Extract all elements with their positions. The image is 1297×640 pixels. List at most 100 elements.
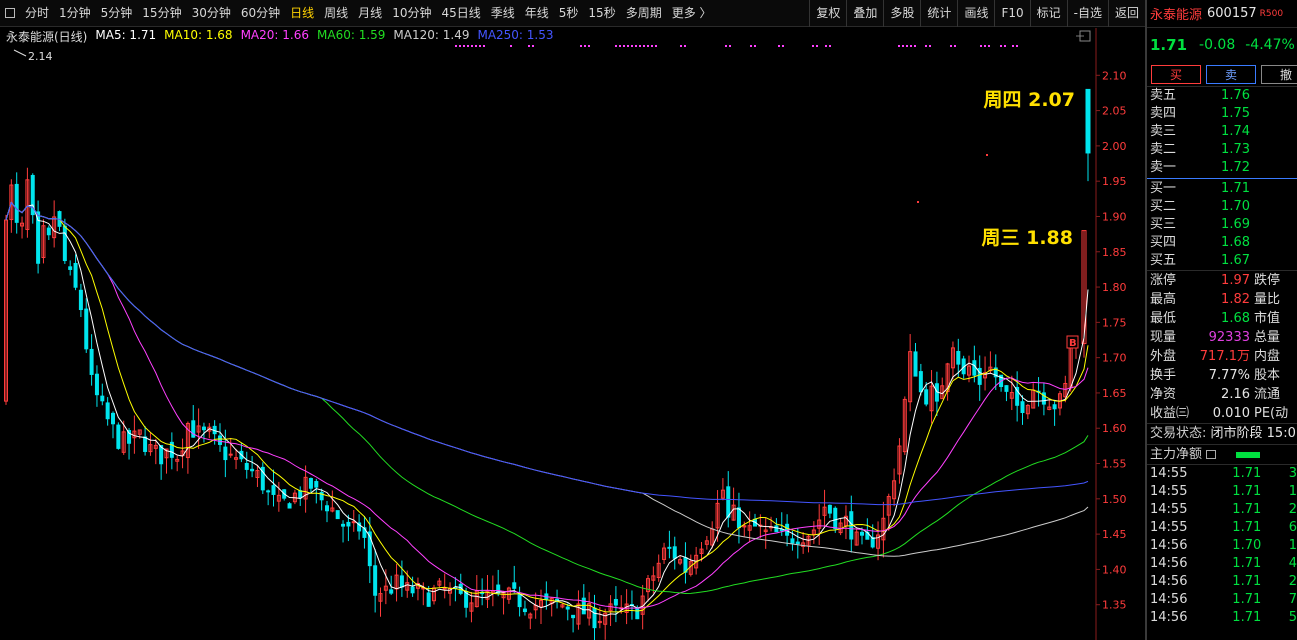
- stat-row: 外盘 717.1万 内盘: [1147, 347, 1297, 366]
- ma250-line: [5, 201, 1089, 506]
- trade-status: 交易状态: 闭市阶段 15:0: [1147, 423, 1297, 444]
- candle-body: [571, 614, 576, 619]
- trade-status-value: 闭市阶段 15:0: [1210, 426, 1296, 441]
- candle-body: [1004, 385, 1009, 392]
- y-tick-label: 1.65: [1102, 387, 1127, 400]
- tick-volume: 2: [1288, 574, 1297, 589]
- signal-dot: [647, 45, 649, 47]
- tick-list[interactable]: 14:55 1.71 3 14:55 1.71 1 14:55 1.71 2 14:55 1.71 6…: [1147, 465, 1297, 627]
- stock-header: 永泰能源 600157 R500: [1147, 0, 1297, 28]
- period-tab[interactable]: 分时: [20, 0, 54, 27]
- signal-dot: [986, 154, 988, 156]
- candle-body: [827, 504, 832, 514]
- candle-body: [442, 587, 447, 590]
- legend-ma-item: MA250: 1.53: [477, 28, 554, 42]
- ask-row: 卖五 1.76: [1147, 87, 1297, 105]
- tool-button[interactable]: 标记: [1029, 0, 1067, 27]
- annotation-wednesday: 周三 1.88: [982, 227, 1074, 249]
- period-tab[interactable]: 15秒: [583, 0, 620, 27]
- candle-body: [774, 525, 779, 533]
- candle-body: [298, 490, 303, 499]
- legend-ma-item: MA5: 1.71: [95, 28, 157, 42]
- ask-book: 卖五 1.76 卖四 1.75 卖三 1.74 卖二 1.73 卖一 1.72: [1147, 87, 1297, 177]
- stat-value: 92333: [1208, 330, 1250, 345]
- tick-row: 14:56 1.71 7: [1147, 591, 1297, 609]
- signal-dot: [627, 45, 629, 47]
- period-tab[interactable]: 周线: [319, 0, 353, 27]
- main-flow-row[interactable]: 主力净额: [1147, 444, 1297, 465]
- period-tab[interactable]: 季线: [486, 0, 520, 27]
- tool-button[interactable]: F10: [994, 0, 1029, 27]
- signal-dot: [615, 45, 617, 47]
- y-tick-label: 1.80: [1102, 281, 1127, 294]
- signal-dot: [471, 45, 473, 47]
- tool-button[interactable]: 多股: [883, 0, 920, 27]
- tick-volume: 6: [1288, 520, 1297, 535]
- stat-value: 1.97: [1221, 273, 1250, 288]
- list-icon[interactable]: [1206, 450, 1217, 459]
- tool-button[interactable]: 复权: [809, 0, 846, 27]
- period-tab[interactable]: 15分钟: [137, 0, 186, 27]
- period-tab[interactable]: 1分钟: [54, 0, 96, 27]
- signal-dot: [902, 45, 904, 47]
- main-flow-label: 主力净额: [1150, 447, 1203, 462]
- stat-row: 换手 7.77% 股本: [1147, 366, 1297, 385]
- signal-dot: [929, 45, 931, 47]
- period-tab[interactable]: 5秒: [554, 0, 584, 27]
- period-tab[interactable]: 30分钟: [187, 0, 236, 27]
- candle-body: [68, 266, 73, 270]
- signal-dot: [655, 45, 657, 47]
- sell-button[interactable]: 卖: [1206, 64, 1256, 84]
- buy-button[interactable]: 买: [1151, 64, 1201, 84]
- period-tab[interactable]: 年线: [520, 0, 554, 27]
- period-tab[interactable]: 月线: [353, 0, 387, 27]
- candle-body: [218, 435, 222, 445]
- tick-time: 14:55: [1150, 484, 1188, 499]
- bid-row: 买三 1.69: [1147, 216, 1297, 234]
- tick-time: 14:56: [1150, 556, 1188, 571]
- tool-button[interactable]: 画线: [957, 0, 994, 27]
- tick-price: 1.71: [1232, 610, 1262, 625]
- candle-body: [143, 436, 148, 452]
- candle-body: [14, 183, 19, 223]
- ask-price: 1.75: [1221, 106, 1250, 121]
- kline-chart[interactable]: 2.10 2.05 2.00 1.95 1.90 1.85 1.80 1.75 1.70 1.65…: [0, 28, 1145, 640]
- period-tab[interactable]: 10分钟: [387, 0, 436, 27]
- candle-body: [346, 521, 351, 527]
- tick-volume: 7: [1288, 592, 1297, 607]
- legend-stock-name: 永泰能源(日线): [6, 30, 88, 44]
- signal-dot: [950, 45, 952, 47]
- candle-body: [426, 592, 431, 607]
- period-tab[interactable]: 60分钟: [236, 0, 285, 27]
- signal-dot: [1012, 45, 1014, 47]
- stat-label: 收益㈢: [1150, 406, 1190, 421]
- ask-price: 1.73: [1221, 142, 1250, 157]
- signal-dot: [651, 45, 653, 47]
- tool-button[interactable]: 返回: [1107, 0, 1145, 27]
- tick-price: 1.71: [1232, 466, 1262, 481]
- period-tab[interactable]: 更多 〉: [667, 0, 717, 27]
- tick-time: 14:56: [1150, 538, 1188, 553]
- candle-body: [389, 589, 394, 594]
- signal-dot: [475, 45, 477, 47]
- candle-body: [410, 586, 415, 594]
- tool-button[interactable]: 统计: [920, 0, 957, 27]
- tick-time: 14:56: [1150, 574, 1188, 589]
- y-tick-label: 1.60: [1102, 422, 1127, 435]
- period-tab[interactable]: 45日线: [436, 0, 485, 27]
- cancel-order-button[interactable]: 撤: [1261, 64, 1297, 84]
- tick-row: 14:55 1.71 1: [1147, 483, 1297, 501]
- tool-button[interactable]: -自选: [1066, 0, 1108, 27]
- period-tab[interactable]: 多周期: [621, 0, 667, 27]
- period-tab[interactable]: 日线: [285, 0, 319, 27]
- tick-row: 14:56 1.71 2: [1147, 573, 1297, 591]
- tool-button[interactable]: 叠加: [846, 0, 883, 27]
- layout-grid-icon[interactable]: [0, 0, 20, 27]
- tick-price: 1.71: [1232, 484, 1262, 499]
- period-tab[interactable]: 5分钟: [96, 0, 138, 27]
- last-price: 1.71: [1150, 36, 1188, 54]
- candle-body: [512, 582, 517, 589]
- candle-body: [271, 485, 276, 495]
- candle-body: [860, 531, 864, 536]
- candle-body: [913, 351, 918, 377]
